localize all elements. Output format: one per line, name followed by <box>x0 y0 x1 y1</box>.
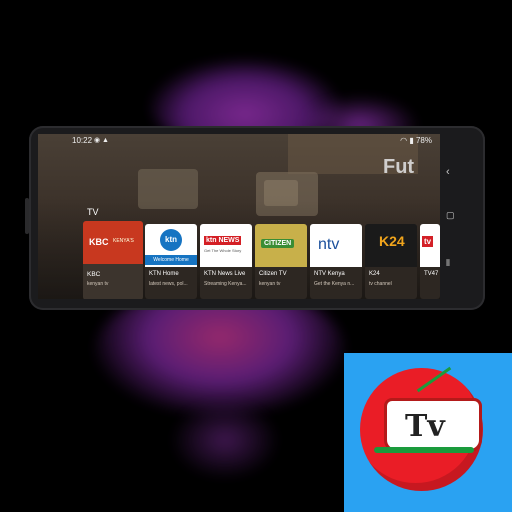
logo-subtext: Welcome Home <box>145 255 197 265</box>
channel-name: K24 <box>369 271 380 277</box>
channel-name: KTN Home <box>149 271 179 277</box>
channel-card-ktn-news[interactable]: ktn NEWS Get The Whole Story KTN News Li… <box>200 224 252 299</box>
wifi-icon: ◠ <box>400 136 408 145</box>
channel-desc: kenyan tv <box>259 281 281 287</box>
rounded-square-icon[interactable]: ▢ <box>446 210 455 221</box>
status-icons-right: ◠ ▮ 78% <box>400 136 432 145</box>
channel-card-k24[interactable]: K24 K24 tv channel <box>365 224 417 299</box>
app-icon-stripe <box>374 447 474 453</box>
signal-icon: ▮ <box>409 136 414 145</box>
channel-card-citizen[interactable]: CITIZEN Citizen TV kenyan tv <box>255 224 307 299</box>
channel-row: KBC KENYA'S KBC kenyan tv ktn Welcome Ho… <box>83 221 440 299</box>
status-time: 10:22 <box>72 136 93 145</box>
channel-logo-ntv: ntv <box>310 224 362 267</box>
notification-icons: ◉ ▲ <box>94 137 109 144</box>
channel-desc: Streaming Kenya... <box>204 281 247 287</box>
channel-card-tv47[interactable]: tv TV47 <box>420 224 440 299</box>
phone-screen: 10:22 ◉ ▲ ◠ ▮ 78% Fut TV KBC KENYA'S KBC… <box>38 134 440 299</box>
channel-card-ntv[interactable]: ntv NTV Kenya Get the Kenya n... <box>310 224 362 299</box>
paint-splash-drip <box>170 400 280 480</box>
channel-name: KBC <box>87 271 101 278</box>
app-icon-badge: Tv <box>344 353 512 512</box>
channel-logo-ktn-home: ktn Welcome Home <box>145 224 197 267</box>
channel-logo-k24: K24 <box>365 224 417 267</box>
triple-bar-icon[interactable]: ⦀ <box>446 258 450 269</box>
channel-desc: kenyan tv <box>87 281 109 287</box>
app-icon-label: Tv <box>405 409 445 444</box>
channel-name: Citizen TV <box>259 271 287 277</box>
logo-subtext: Get The Whole Story <box>204 248 242 253</box>
channel-logo-citizen: CITIZEN <box>255 224 307 267</box>
phone-side-button <box>25 198 29 234</box>
logo-text: CITIZEN <box>261 239 295 248</box>
channel-name: NTV Kenya <box>314 271 345 277</box>
channel-card-ktn-home[interactable]: ktn Welcome Home KTN Home latest news, p… <box>145 224 197 299</box>
channel-logo-ktn-news: ktn NEWS Get The Whole Story <box>200 224 252 267</box>
logo-text: ktn <box>160 229 182 251</box>
logo-subtext: KENYA'S <box>113 238 134 244</box>
navigation-bar: ‹ ▢ ⦀ <box>444 158 460 278</box>
hero-title: Fut <box>383 156 415 178</box>
battery-level: 78% <box>415 136 432 145</box>
channel-logo-tv47: tv <box>420 224 440 267</box>
chevron-left-icon[interactable]: ‹ <box>446 166 450 178</box>
logo-text: K24 <box>379 233 405 249</box>
section-title-tv: TV <box>87 207 99 217</box>
channel-desc: latest news, pol... <box>149 281 188 287</box>
logo-text: tv <box>422 236 434 247</box>
status-bar: 10:22 ◉ ▲ ◠ ▮ 78% <box>38 134 440 147</box>
channel-desc: Get the Kenya n... <box>314 281 355 287</box>
tv-icon: Tv <box>384 398 482 452</box>
channel-desc: tv channel <box>369 281 392 287</box>
logo-text: ntv <box>318 236 340 253</box>
logo-text: ktn NEWS <box>204 236 242 245</box>
channel-logo-kbc: KBC KENYA'S <box>83 221 143 264</box>
channel-card-kbc[interactable]: KBC KENYA'S KBC kenyan tv <box>83 221 143 299</box>
logo-text: KBC <box>89 237 109 247</box>
channel-name: KTN News Live <box>204 271 246 277</box>
channel-name: TV47 <box>424 271 439 277</box>
